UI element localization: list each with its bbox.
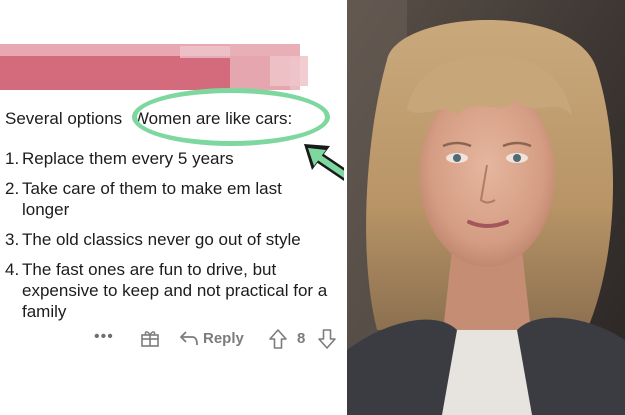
downvote-icon[interactable] bbox=[317, 328, 337, 350]
list-number: 2. bbox=[5, 179, 20, 198]
list-item: 4. The fast ones are fun to drive, but e… bbox=[5, 259, 345, 322]
list-number: 3. bbox=[5, 230, 20, 249]
list-number: 1. bbox=[5, 149, 20, 168]
comment-actions: ••• Reply 8 bbox=[0, 326, 345, 352]
reply-arrow-icon[interactable] bbox=[178, 328, 200, 348]
redacted-pixel bbox=[180, 46, 230, 58]
list-text: Take care of them to make em last longer bbox=[22, 179, 282, 219]
more-options-button[interactable]: ••• bbox=[94, 328, 114, 346]
woman-photo-illustration bbox=[347, 0, 625, 415]
vote-score: 8 bbox=[297, 330, 306, 347]
highlight-circle bbox=[132, 88, 330, 146]
list-item: 2. Take care of them to make em last lon… bbox=[5, 178, 335, 220]
list-item: 3. The old classics never go out of styl… bbox=[5, 229, 345, 250]
comment-panel: Several options Women are like cars: 1. … bbox=[0, 0, 345, 415]
gift-icon[interactable] bbox=[140, 328, 160, 348]
reaction-photo bbox=[347, 0, 625, 415]
list-number: 4. bbox=[5, 260, 20, 279]
list-text: The old classics never go out of style bbox=[22, 230, 301, 249]
list-text: The fast ones are fun to drive, but expe… bbox=[22, 260, 328, 321]
reply-button[interactable]: Reply bbox=[203, 330, 244, 347]
upvote-icon[interactable] bbox=[268, 328, 288, 350]
list-text: Replace them every 5 years bbox=[22, 149, 234, 168]
intro-prefix: Several options bbox=[5, 109, 123, 128]
redacted-pixel bbox=[270, 56, 308, 86]
list-item: 1. Replace them every 5 years bbox=[5, 148, 345, 169]
